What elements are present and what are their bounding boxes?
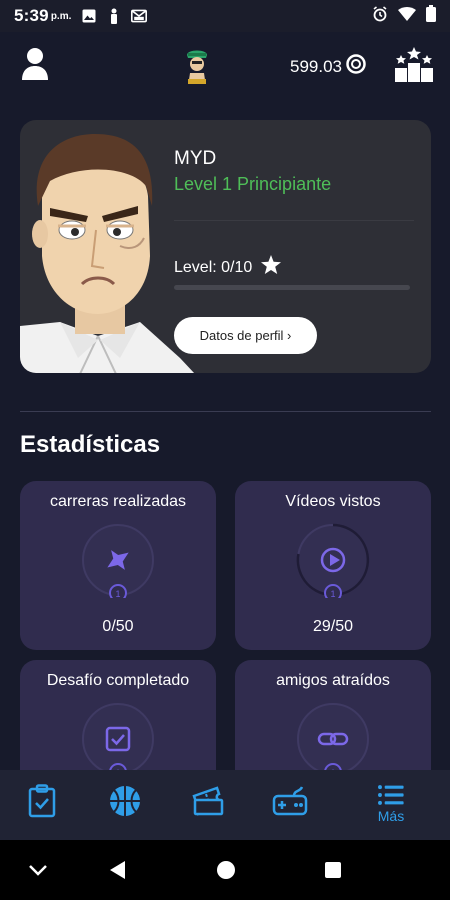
back-icon[interactable] (106, 858, 130, 882)
card-divider (174, 220, 414, 221)
stat-label: amigos atraídos (276, 672, 390, 689)
profile-data-button[interactable]: Datos de perfil › (174, 317, 317, 354)
profile-card: MYD Level 1 Principiante Level: 0/10 Dat… (20, 120, 431, 373)
section-divider (20, 411, 431, 412)
battery-icon (426, 5, 436, 27)
clipboard-check-icon (28, 784, 56, 818)
stat-value: 29/50 (312, 618, 354, 635)
app-header: 599.03 (0, 32, 450, 104)
status-time: 5:39 (14, 6, 49, 25)
status-ampm: p.m. (50, 10, 72, 22)
nav-more[interactable]: Más (368, 784, 414, 824)
stat-badge: 1 (330, 589, 335, 598)
menu-list-icon (378, 785, 404, 805)
stat-card-videos[interactable]: Vídeos vistos 1 29/50 (235, 481, 431, 650)
coin-balance: 599.03 (290, 54, 366, 79)
stat-ring: 1 (80, 522, 156, 602)
nav-games[interactable] (270, 784, 310, 824)
user-name: MYD (174, 148, 217, 169)
profile-avatar-icon[interactable] (20, 46, 50, 82)
coin-icon (346, 54, 366, 79)
wifi-icon (398, 6, 416, 26)
stat-ring: 1 (295, 701, 371, 781)
stat-badge: 1 (115, 589, 120, 598)
status-icons-right (372, 5, 436, 27)
stat-card-races[interactable]: carreras realizadas 1 0/50 (20, 481, 216, 650)
stats-title: Estadísticas (20, 431, 161, 458)
gamepad-icon (272, 786, 308, 816)
home-icon[interactable] (214, 858, 238, 882)
nav-more-label: Más (377, 808, 405, 824)
system-nav-bar (0, 840, 450, 900)
alarm-icon (372, 5, 388, 27)
leaderboard-icon[interactable] (394, 46, 434, 82)
basketball-icon (110, 786, 140, 816)
level-progress-bar (174, 285, 410, 290)
chevron-down-icon[interactable] (26, 858, 50, 882)
stat-label: Desafío completado (46, 672, 190, 689)
stat-label: carreras realizadas (49, 493, 187, 510)
stat-label: Vídeos vistos (285, 493, 381, 510)
coin-balance-value: 599.03 (290, 56, 342, 76)
level-progress-text: Level: 0/10 (174, 258, 253, 276)
stat-ring: 1 (295, 522, 371, 602)
bottom-nav: Más (0, 770, 450, 840)
stat-value: 0/50 (102, 618, 134, 635)
ticket-icon (192, 786, 224, 816)
figure-icon (106, 8, 122, 24)
mail-icon (131, 8, 148, 24)
nav-tickets[interactable] (188, 784, 228, 824)
nav-sports[interactable] (105, 784, 145, 824)
level-progress: Level: 0/10 (174, 254, 282, 281)
character-avatar (20, 126, 195, 373)
app-logo (184, 47, 210, 85)
nav-tasks[interactable] (22, 784, 62, 824)
stat-ring: 1 (80, 701, 156, 781)
status-bar: 5:39 p.m. (0, 0, 450, 32)
image-icon (81, 8, 97, 24)
user-level-title: Level 1 Principiante (174, 174, 332, 194)
recents-icon[interactable] (321, 858, 345, 882)
star-icon (260, 254, 282, 281)
